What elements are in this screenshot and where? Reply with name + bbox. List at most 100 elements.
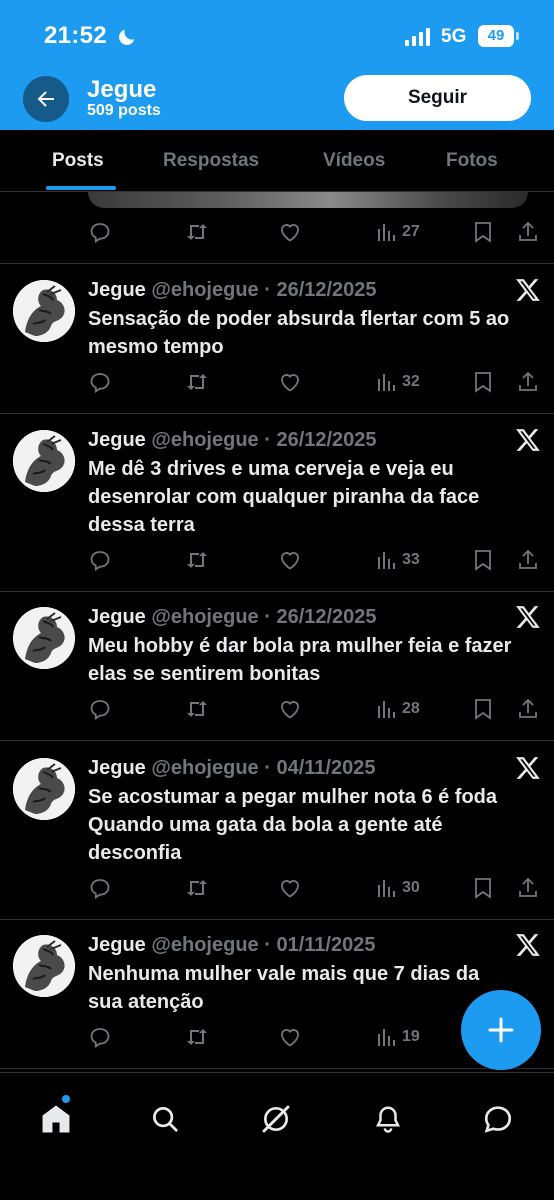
post-actions: 33 (88, 548, 544, 572)
reply-button[interactable] (88, 548, 112, 572)
heart-icon (281, 374, 299, 392)
views-button[interactable]: 32 (376, 370, 420, 394)
share-button[interactable] (516, 697, 540, 721)
views-button[interactable]: 19 (376, 1025, 420, 1049)
reply-button[interactable] (88, 697, 112, 721)
post-meta: Jegue @ehojegue · 26/12/2025 (88, 606, 377, 629)
tab-fotos[interactable]: Fotos (446, 150, 498, 172)
avatar[interactable] (13, 935, 75, 997)
views-button[interactable]: 27 (376, 220, 420, 244)
repost-button[interactable] (184, 1025, 210, 1049)
post-actions: 32 (88, 370, 544, 394)
post-author-name[interactable]: Jegue (88, 606, 146, 628)
post-media[interactable] (88, 192, 528, 208)
repost-button[interactable] (184, 876, 210, 900)
heart-icon (281, 224, 299, 242)
post-text: Meu hobby é dar bola pra mulher feia e f… (88, 635, 512, 685)
share-button[interactable] (516, 370, 540, 394)
bookmark-icon (475, 699, 491, 720)
meta-separator: · (258, 757, 277, 779)
moon-icon (116, 26, 138, 53)
heart-icon (281, 880, 299, 898)
tab-posts[interactable]: Posts (52, 150, 104, 172)
views-icon (378, 1029, 395, 1046)
like-button[interactable] (278, 697, 302, 721)
follow-button[interactable]: Seguir (344, 75, 531, 121)
share-button[interactable] (516, 220, 540, 244)
like-button[interactable] (278, 1025, 302, 1049)
post-author-handle[interactable]: @ehojegue (151, 934, 258, 956)
post-author-handle[interactable]: @ehojegue (151, 279, 258, 301)
post-divider (0, 413, 554, 414)
avatar[interactable] (13, 607, 75, 669)
bookmark-button[interactable] (472, 548, 494, 572)
share-icon (519, 221, 537, 241)
share-button[interactable] (516, 548, 540, 572)
post-text: Me dê 3 drives e uma cerveja e veja eu d… (88, 458, 480, 536)
views-icon (378, 701, 395, 718)
repost-button[interactable] (184, 370, 210, 394)
views-button[interactable]: 28 (376, 697, 420, 721)
reply-icon (90, 373, 110, 393)
views-button[interactable]: 30 (376, 876, 420, 900)
post-meta: Jegue @ehojegue · 26/12/2025 (88, 279, 377, 302)
avatar[interactable] (13, 758, 75, 820)
bookmark-button[interactable] (472, 220, 494, 244)
back-button[interactable] (23, 76, 69, 122)
views-count: 33 (402, 551, 420, 568)
like-button[interactable] (278, 370, 302, 394)
post-meta: Jegue @ehojegue · 04/11/2025 (88, 757, 375, 780)
compose-button[interactable] (461, 990, 541, 1070)
repost-icon (187, 701, 207, 717)
share-button[interactable] (516, 876, 540, 900)
tab-videos[interactable]: Vídeos (323, 150, 385, 172)
post-divider (0, 1068, 554, 1069)
heart-icon (281, 701, 299, 719)
notifications-icon (375, 1106, 401, 1133)
reply-button[interactable] (88, 220, 112, 244)
share-icon (519, 877, 537, 897)
repost-button[interactable] (184, 697, 210, 721)
views-button[interactable]: 33 (376, 548, 420, 572)
repost-button[interactable] (184, 548, 210, 572)
tab-respostas[interactable]: Respostas (163, 150, 259, 172)
share-icon (519, 549, 537, 569)
avatar[interactable] (13, 430, 75, 492)
post-author-handle[interactable]: @ehojegue (151, 606, 258, 628)
reply-button[interactable] (88, 876, 112, 900)
repost-icon (187, 1029, 207, 1045)
post-text: Se acostumar a pegar mulher nota 6 é fod… (88, 786, 498, 864)
post-date: 26/12/2025 (276, 606, 377, 628)
heart-icon (281, 552, 299, 570)
bookmark-button[interactable] (472, 697, 494, 721)
repost-icon (187, 224, 207, 240)
meta-separator: · (258, 606, 277, 628)
post-author-handle[interactable]: @ehojegue (151, 757, 258, 779)
bookmark-icon (475, 878, 491, 899)
avatar[interactable] (13, 280, 75, 342)
repost-icon (187, 880, 207, 896)
post-author-name[interactable]: Jegue (88, 757, 146, 779)
nav-notifications[interactable] (370, 1101, 406, 1137)
repost-button[interactable] (184, 220, 210, 244)
bookmark-button[interactable] (472, 370, 494, 394)
post-author-name[interactable]: Jegue (88, 279, 146, 301)
battery-icon: 49 (478, 25, 519, 47)
nav-messages[interactable] (480, 1101, 516, 1137)
bottom-navigation (0, 1072, 554, 1200)
post-author-name[interactable]: Jegue (88, 429, 146, 451)
grok-icon (262, 1105, 290, 1133)
bookmark-button[interactable] (472, 876, 494, 900)
signal-icon (405, 28, 430, 46)
x-logo-icon (515, 756, 541, 785)
like-button[interactable] (278, 220, 302, 244)
reply-button[interactable] (88, 370, 112, 394)
nav-home[interactable] (38, 1101, 74, 1137)
nav-grok[interactable] (258, 1101, 294, 1137)
post-author-handle[interactable]: @ehojegue (151, 429, 258, 451)
reply-button[interactable] (88, 1025, 112, 1049)
like-button[interactable] (278, 876, 302, 900)
like-button[interactable] (278, 548, 302, 572)
post-author-name[interactable]: Jegue (88, 934, 146, 956)
nav-search[interactable] (147, 1101, 183, 1137)
